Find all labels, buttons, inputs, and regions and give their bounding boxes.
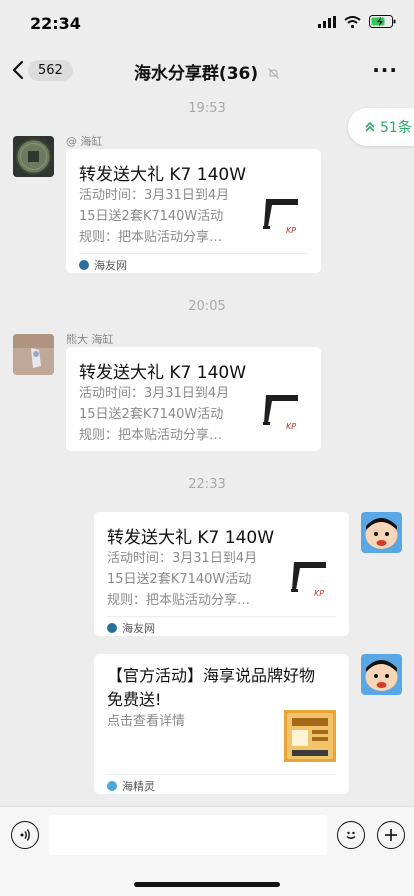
- coin-avatar-image: [13, 136, 54, 177]
- card-source-name: 海友网: [122, 622, 155, 635]
- lamp-thumbnail-image: KP: [260, 193, 306, 239]
- lamp-thumbnail-image: KP: [288, 556, 334, 602]
- sender-name: 熊大 海缸: [66, 333, 114, 346]
- card-description: 活动时间：3月31日到4月 15日送2套K7140W活动 规则：把本贴活动分享…: [79, 386, 230, 443]
- cartoon-avatar-image: [361, 654, 402, 695]
- source-logo-icon: [107, 781, 117, 791]
- timestamp: 19:53: [188, 101, 226, 116]
- status-time: 22:34: [30, 14, 81, 33]
- link-card[interactable]: 【官方活动】海享说品牌好物 免费送! 点击查看详情 海精灵: [94, 654, 349, 794]
- lamp-thumbnail-image: KP: [260, 389, 306, 435]
- svg-text:KP: KP: [314, 589, 324, 598]
- card-source: 海精灵: [107, 778, 155, 794]
- message-input[interactable]: [49, 815, 327, 855]
- avatar[interactable]: [13, 334, 54, 375]
- plus-icon[interactable]: [377, 821, 405, 849]
- wifi-icon: [344, 15, 361, 28]
- my-avatar[interactable]: [361, 512, 402, 553]
- cartoon-avatar-image: [361, 512, 402, 553]
- card-description: 点击查看详情: [107, 714, 186, 729]
- status-icons: [318, 15, 396, 28]
- card-title: 转发送大礼 K7 140W: [79, 363, 247, 383]
- card-title: 【官方活动】海享说品牌好物 免费送!: [107, 666, 316, 709]
- status-bar: 22:34: [0, 0, 414, 48]
- source-logo-icon: [79, 260, 89, 270]
- timestamp: 22:33: [188, 477, 226, 492]
- home-indicator[interactable]: [134, 882, 280, 887]
- more-icon[interactable]: ···: [372, 58, 398, 82]
- user-avatar-image: [13, 334, 54, 375]
- promo-thumbnail-image: [284, 710, 336, 762]
- chat-title: 海水分享群(36): [0, 59, 414, 84]
- svg-text:KP: KP: [286, 226, 296, 235]
- voice-icon[interactable]: [11, 821, 39, 849]
- link-card[interactable]: 转发送大礼 K7 140W 活动时间：3月31日到4月 15日送2套K7140W…: [66, 347, 321, 451]
- card-source-name: 海友网: [94, 259, 127, 272]
- card-source: 海友网: [79, 257, 127, 273]
- link-card[interactable]: 转发送大礼 K7 140W 活动时间：3月31日到4月 15日送2套K7140W…: [94, 512, 349, 636]
- card-description: 活动时间：3月31日到4月 15日送2套K7140W活动 规则：把本贴活动分享…: [107, 551, 258, 608]
- emoji-icon[interactable]: [337, 821, 365, 849]
- my-avatar[interactable]: [361, 654, 402, 695]
- avatar[interactable]: [13, 136, 54, 177]
- unread-pill-label: 51条: [380, 120, 412, 136]
- card-title: 转发送大礼 K7 140W: [79, 165, 247, 185]
- chat-title-text: 海水分享群(36): [133, 64, 259, 84]
- nav-bar: 562 海水分享群(36) ···: [0, 48, 414, 92]
- mute-bell-icon: [268, 68, 279, 79]
- card-title: 转发送大礼 K7 140W: [107, 528, 275, 548]
- source-logo-icon: [107, 623, 117, 633]
- double-chevron-up-icon: [365, 121, 375, 132]
- svg-text:KP: KP: [286, 422, 296, 431]
- card-source: 海友网: [107, 620, 155, 636]
- battery-icon: [369, 15, 396, 28]
- timestamp: 20:05: [188, 299, 226, 314]
- sender-name: @ 海缸: [66, 135, 103, 148]
- link-card[interactable]: 转发送大礼 K7 140W 活动时间：3月31日到4月 15日送2套K7140W…: [66, 149, 321, 273]
- card-description: 活动时间：3月31日到4月 15日送2套K7140W活动 规则：把本贴活动分享…: [79, 188, 230, 245]
- signal-icon: [318, 15, 336, 28]
- card-source-name: 海精灵: [122, 780, 155, 793]
